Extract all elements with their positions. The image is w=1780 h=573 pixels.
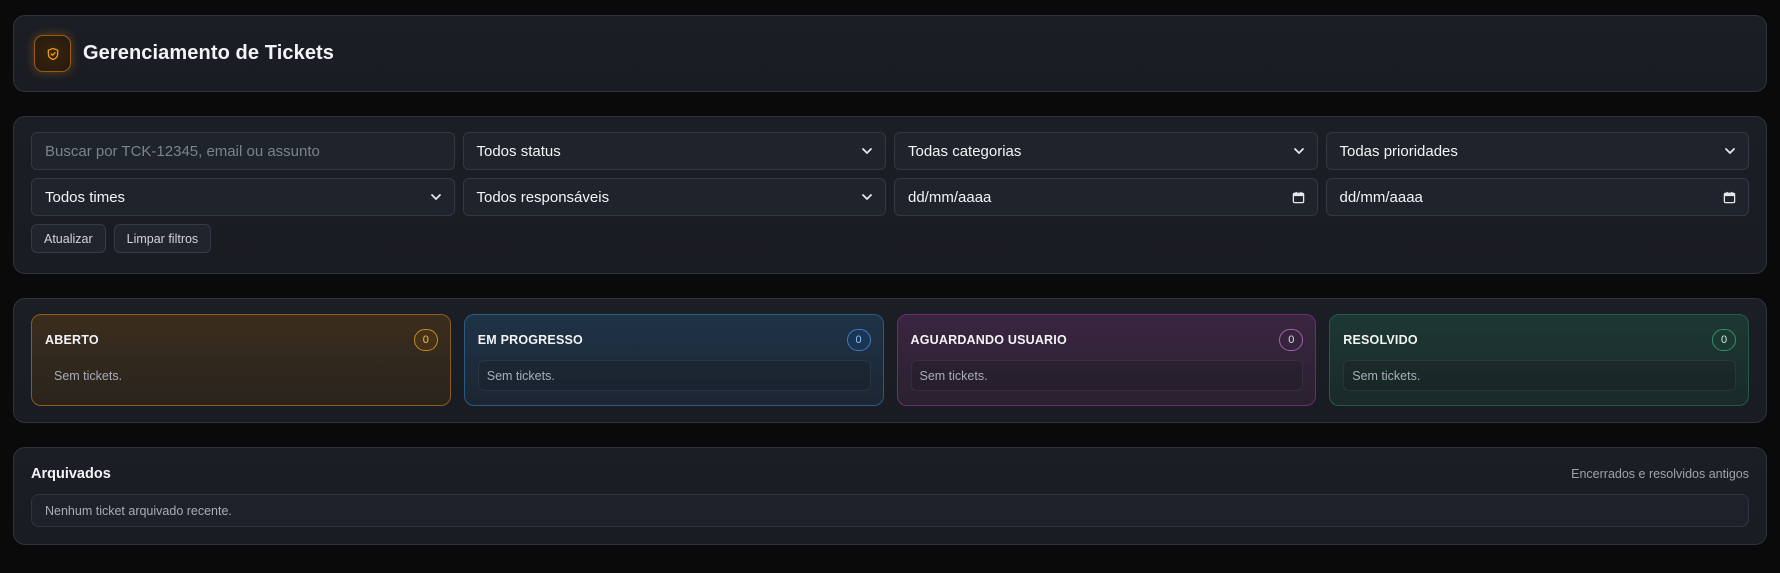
column-aberto: ABERTO 0 Sem tickets.	[31, 314, 451, 406]
category-select[interactable]: Todas categorias	[894, 132, 1318, 170]
priority-select[interactable]: Todas prioridades	[1325, 132, 1749, 170]
filter-row-1: Buscar por TCK-12345, email ou assunto T…	[31, 132, 1749, 170]
filter-row-2: Todos times Todos responsáveis dd/mm/aaa…	[31, 178, 1749, 216]
count-badge: 0	[1279, 329, 1304, 351]
logo-badge	[34, 35, 71, 72]
kanban-panel: ABERTO 0 Sem tickets. EM PROGRESSO 0 Sem…	[13, 298, 1767, 423]
count-badge: 0	[1712, 329, 1736, 351]
column-title: ABERTO	[45, 333, 99, 347]
date-from-input[interactable]: dd/mm/aaaa	[894, 178, 1318, 216]
column-em-progresso: EM PROGRESSO 0 Sem tickets.	[463, 314, 884, 406]
filter-actions: Atualizar Limpar filtros	[31, 224, 1749, 253]
filters-panel: Buscar por TCK-12345, email ou assunto T…	[13, 116, 1767, 274]
column-title: RESOLVIDO	[1343, 333, 1418, 347]
empty-state: Sem tickets.	[477, 360, 871, 391]
header-panel: Gerenciamento de Tickets	[13, 15, 1767, 92]
date-from-value: dd/mm/aaaa	[908, 188, 992, 206]
date-to-value: dd/mm/aaaa	[1339, 188, 1423, 206]
search-input[interactable]: Buscar por TCK-12345, email ou assunto	[31, 132, 455, 170]
status-select[interactable]: Todos status	[462, 132, 886, 170]
assignee-select-value: Todos responsáveis	[476, 188, 610, 206]
status-select-value: Todos status	[476, 142, 561, 160]
calendar-icon[interactable]	[1292, 191, 1305, 204]
archived-title: Arquivados	[31, 466, 111, 482]
count-badge: 0	[413, 329, 438, 351]
page-title: Gerenciamento de Tickets	[83, 42, 335, 64]
chevron-down-icon	[862, 148, 872, 154]
calendar-icon[interactable]	[1723, 191, 1736, 204]
column-resolvido: RESOLVIDO 0 Sem tickets.	[1329, 314, 1749, 406]
team-select-value: Todos times	[45, 188, 126, 206]
date-to-input[interactable]: dd/mm/aaaa	[1325, 178, 1749, 216]
chevron-down-icon	[1725, 148, 1735, 154]
archived-subtitle: Encerrados e resolvidos antigos	[1571, 467, 1749, 481]
column-aguardando-usuario: AGUARDANDO USUARIO 0 Sem tickets.	[896, 314, 1317, 406]
category-select-value: Todas categorias	[908, 142, 1022, 160]
column-title: AGUARDANDO USUARIO	[910, 333, 1067, 347]
search-placeholder: Buscar por TCK-12345, email ou assunto	[45, 142, 320, 160]
count-badge: 0	[846, 329, 871, 351]
archived-panel: Arquivados Encerrados e resolvidos antig…	[13, 447, 1767, 545]
empty-state: Sem tickets.	[910, 360, 1304, 391]
empty-state: Sem tickets.	[54, 368, 123, 383]
chevron-down-icon	[1293, 148, 1304, 154]
team-select[interactable]: Todos times	[31, 178, 455, 216]
refresh-button[interactable]: Atualizar	[31, 224, 106, 253]
chevron-down-icon	[862, 194, 872, 200]
page: Gerenciamento de Tickets Buscar por TCK-…	[0, 0, 1780, 573]
priority-select-value: Todas prioridades	[1339, 142, 1458, 160]
empty-state: Sem tickets.	[1343, 360, 1736, 391]
archived-empty-state: Nenhum ticket arquivado recente.	[31, 494, 1749, 527]
column-title: EM PROGRESSO	[477, 333, 583, 347]
chevron-down-icon	[430, 194, 441, 200]
assignee-select[interactable]: Todos responsáveis	[462, 178, 886, 216]
clear-filters-button[interactable]: Limpar filtros	[113, 224, 212, 253]
shield-check-icon	[47, 47, 58, 60]
